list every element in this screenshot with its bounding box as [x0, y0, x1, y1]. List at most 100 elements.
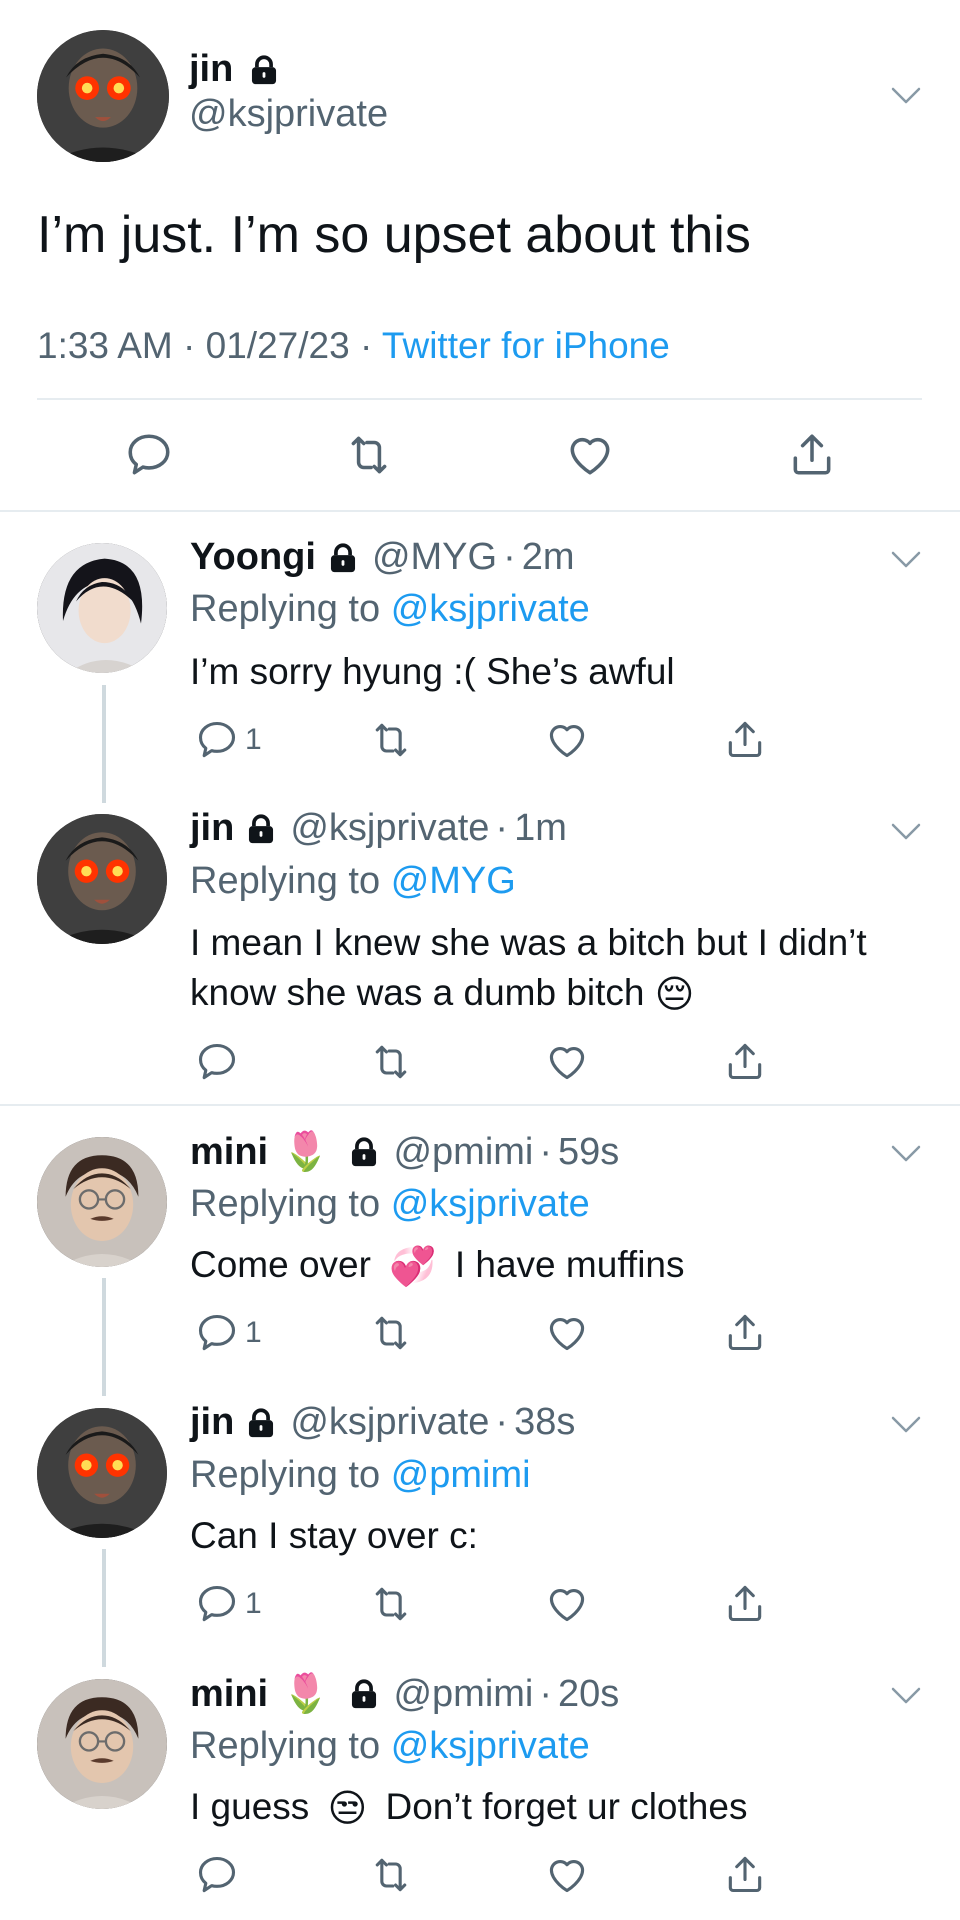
reply-button[interactable] — [195, 1040, 239, 1084]
avatar[interactable] — [37, 814, 167, 944]
author-name[interactable]: mini — [190, 1673, 268, 1716]
retweet-button[interactable] — [367, 718, 415, 762]
reply-header: mini 🌷 @pmimi · 59s — [190, 1130, 620, 1174]
reply-header: jin @ksjprivate · 1m — [190, 807, 567, 850]
share-icon — [787, 428, 837, 480]
avatar[interactable] — [37, 1408, 167, 1538]
reply-button[interactable] — [124, 430, 174, 480]
retweet-button[interactable] — [367, 1040, 415, 1084]
mention-link[interactable]: @ksjprivate — [391, 1183, 590, 1225]
reply-text-line: know she was a dumb bitch — [190, 972, 645, 1013]
author-handle[interactable]: @ksjprivate — [290, 807, 489, 850]
reply-count: 1 — [245, 1587, 262, 1620]
reply-text-part: I have muffins — [454, 1244, 685, 1285]
share-button[interactable] — [787, 428, 837, 480]
mention-link[interactable]: @pmimi — [391, 1454, 531, 1496]
tweet-meta: 1:33 AM · 01/27/23 · Twitter for iPhone — [37, 325, 670, 367]
chevron-down-icon[interactable] — [890, 1144, 922, 1164]
author-name[interactable]: jin — [190, 1401, 234, 1444]
avatar[interactable] — [37, 543, 167, 673]
avatar[interactable] — [37, 30, 169, 162]
retweet-icon — [342, 430, 396, 480]
avatar[interactable] — [37, 1137, 167, 1267]
like-button[interactable] — [545, 1311, 589, 1355]
lock-icon — [347, 1135, 381, 1169]
share-button[interactable] — [723, 1309, 767, 1355]
retweet-button[interactable] — [367, 1853, 415, 1897]
reply-icon — [195, 718, 239, 762]
reply-time: 20s — [558, 1672, 620, 1715]
reply-time: 2m — [521, 536, 575, 578]
author-name[interactable]: jin — [190, 807, 234, 850]
reply-icon — [195, 1582, 239, 1626]
section-divider — [0, 510, 960, 512]
reply-icon — [195, 1853, 239, 1897]
author-handle[interactable]: @ksjprivate — [290, 1401, 489, 1444]
replying-label: Replying to — [190, 860, 381, 902]
author-handle[interactable]: @ksjprivate — [189, 93, 388, 136]
section-divider — [0, 1104, 960, 1106]
like-icon — [545, 1040, 589, 1084]
share-button[interactable] — [723, 1580, 767, 1626]
mention-link[interactable]: @MYG — [391, 860, 516, 902]
chevron-down-icon[interactable] — [890, 1415, 922, 1435]
chevron-down-icon[interactable] — [890, 550, 922, 570]
lock-icon — [347, 1677, 381, 1711]
like-button[interactable] — [545, 1040, 589, 1084]
author-name[interactable]: jin — [189, 48, 233, 91]
author-handle[interactable]: @pmimi — [393, 1673, 533, 1716]
avatar[interactable] — [37, 1679, 167, 1809]
meta-divider — [37, 398, 922, 400]
author-name[interactable]: mini — [190, 1131, 268, 1174]
mention-link[interactable]: @ksjprivate — [391, 588, 590, 630]
retweet-button[interactable] — [367, 1582, 415, 1626]
replying-to: Replying to @ksjprivate — [190, 1725, 590, 1768]
share-icon — [723, 1851, 767, 1897]
share-button[interactable] — [723, 1038, 767, 1084]
reply-button[interactable]: 1 — [195, 1311, 262, 1355]
main-tweet-header: jin @ksjprivate — [189, 48, 388, 136]
thread-line — [102, 1549, 106, 1667]
reply-icon — [195, 1311, 239, 1355]
chevron-down-icon[interactable] — [890, 86, 922, 106]
like-button[interactable] — [545, 1582, 589, 1626]
meta-separator: · — [183, 325, 196, 366]
reply-text: I guess 😒 Don’t forget ur clothes — [190, 1782, 747, 1834]
like-icon — [564, 430, 616, 480]
tulip-emoji: 🌷 — [282, 1673, 330, 1715]
author-handle[interactable]: @pmimi — [393, 1131, 533, 1174]
reply-button[interactable] — [195, 1853, 239, 1897]
author-name[interactable]: Yoongi — [190, 536, 316, 579]
unamused-emoji: 😒 — [327, 1788, 368, 1831]
author-handle[interactable]: @MYG — [372, 536, 497, 579]
reply-button[interactable]: 1 — [195, 718, 262, 762]
reply-text-part: Come over — [190, 1244, 371, 1285]
lock-icon — [244, 812, 278, 846]
share-button[interactable] — [723, 1851, 767, 1897]
reply-icon — [124, 430, 174, 480]
like-button[interactable] — [545, 1853, 589, 1897]
reply-text-part: I guess — [190, 1786, 310, 1827]
retweet-button[interactable] — [342, 430, 396, 480]
reply-button[interactable]: 1 — [195, 1582, 262, 1626]
tweet-source-link[interactable]: Twitter for iPhone — [382, 325, 670, 366]
replying-label: Replying to — [190, 1725, 381, 1767]
retweet-button[interactable] — [367, 1311, 415, 1355]
like-button[interactable] — [545, 718, 589, 762]
reply-header: Yoongi @MYG · 2m — [190, 536, 575, 579]
reply-time: 59s — [558, 1130, 620, 1173]
replying-label: Replying to — [190, 1454, 381, 1496]
tweet-time: 1:33 AM — [37, 325, 173, 366]
reply-icon — [195, 1040, 239, 1084]
chevron-down-icon[interactable] — [890, 1686, 922, 1706]
pensive-emoji: 😔 — [654, 974, 695, 1017]
reply-time: 1m — [514, 807, 567, 849]
chevron-down-icon[interactable] — [890, 822, 922, 842]
share-button[interactable] — [723, 716, 767, 762]
reply-text-part: Don’t forget ur clothes — [385, 1786, 748, 1827]
mention-link[interactable]: @ksjprivate — [391, 1725, 590, 1767]
replying-to: Replying to @pmimi — [190, 1454, 531, 1497]
retweet-icon — [367, 1853, 415, 1897]
replying-label: Replying to — [190, 588, 381, 630]
like-button[interactable] — [564, 430, 616, 480]
